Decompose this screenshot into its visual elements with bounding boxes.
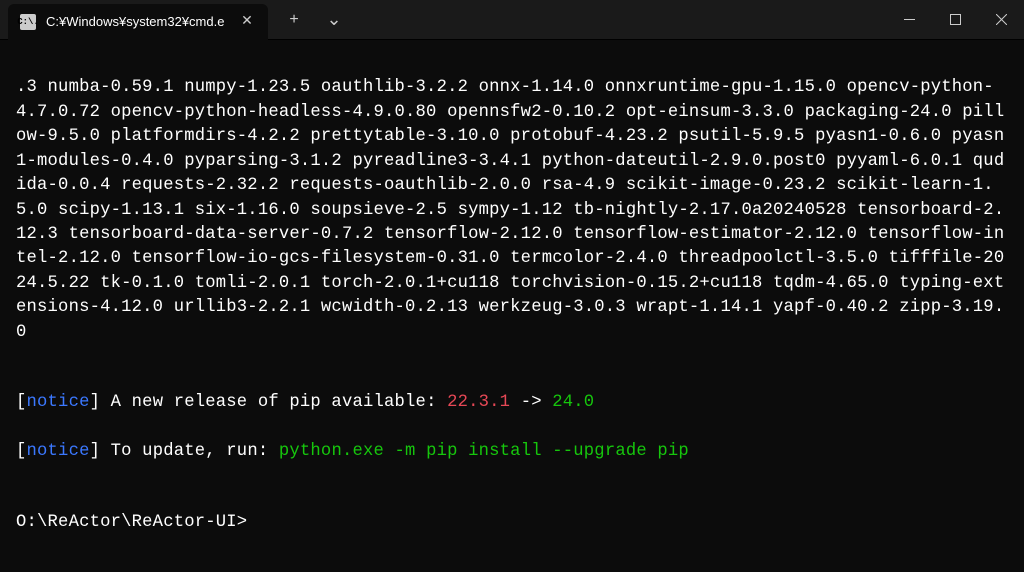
notice-tag: notice — [27, 442, 90, 461]
new-version: 24.0 — [552, 393, 594, 412]
minimize-icon — [904, 14, 915, 25]
pip-notice-line-2: [notice] To update, run: python.exe -m p… — [16, 440, 1008, 464]
old-version: 22.3.1 — [447, 393, 510, 412]
minimize-button[interactable] — [886, 0, 932, 39]
bracket-open: [ — [16, 442, 27, 461]
upgrade-command: python.exe -m pip install --upgrade pip — [279, 442, 689, 461]
arrow: -> — [510, 393, 552, 412]
notice-msg: A new release of pip available: — [100, 393, 447, 412]
bracket-close: ] — [90, 393, 101, 412]
window-controls — [886, 0, 1024, 39]
terminal-output[interactable]: .3 numba-0.59.1 numpy-1.23.5 oauthlib-3.… — [0, 40, 1024, 572]
notice-tag: notice — [27, 393, 90, 412]
new-tab-button[interactable]: + — [276, 2, 312, 38]
notice-msg: To update, run: — [100, 442, 279, 461]
terminal-tab[interactable]: C:\. C:¥Windows¥system32¥cmd.e ✕ — [8, 4, 268, 40]
tab-close-button[interactable]: ✕ — [238, 13, 256, 31]
maximize-icon — [950, 14, 961, 25]
maximize-button[interactable] — [932, 0, 978, 39]
bracket-open: [ — [16, 393, 27, 412]
bracket-close: ] — [90, 442, 101, 461]
tab-actions: + ⌄ — [276, 2, 352, 38]
pip-packages-output: .3 numba-0.59.1 numpy-1.23.5 oauthlib-3.… — [16, 76, 1008, 345]
cmd-icon: C:\. — [20, 14, 36, 30]
pip-notice-line-1: [notice] A new release of pip available:… — [16, 391, 1008, 415]
command-prompt[interactable]: O:\ReActor\ReActor-UI> — [16, 511, 1008, 535]
close-icon — [996, 14, 1007, 25]
titlebar: C:\. C:¥Windows¥system32¥cmd.e ✕ + ⌄ — [0, 0, 1024, 40]
tab-title: C:¥Windows¥system32¥cmd.e — [46, 14, 228, 29]
close-window-button[interactable] — [978, 0, 1024, 39]
tab-dropdown-button[interactable]: ⌄ — [316, 2, 352, 38]
